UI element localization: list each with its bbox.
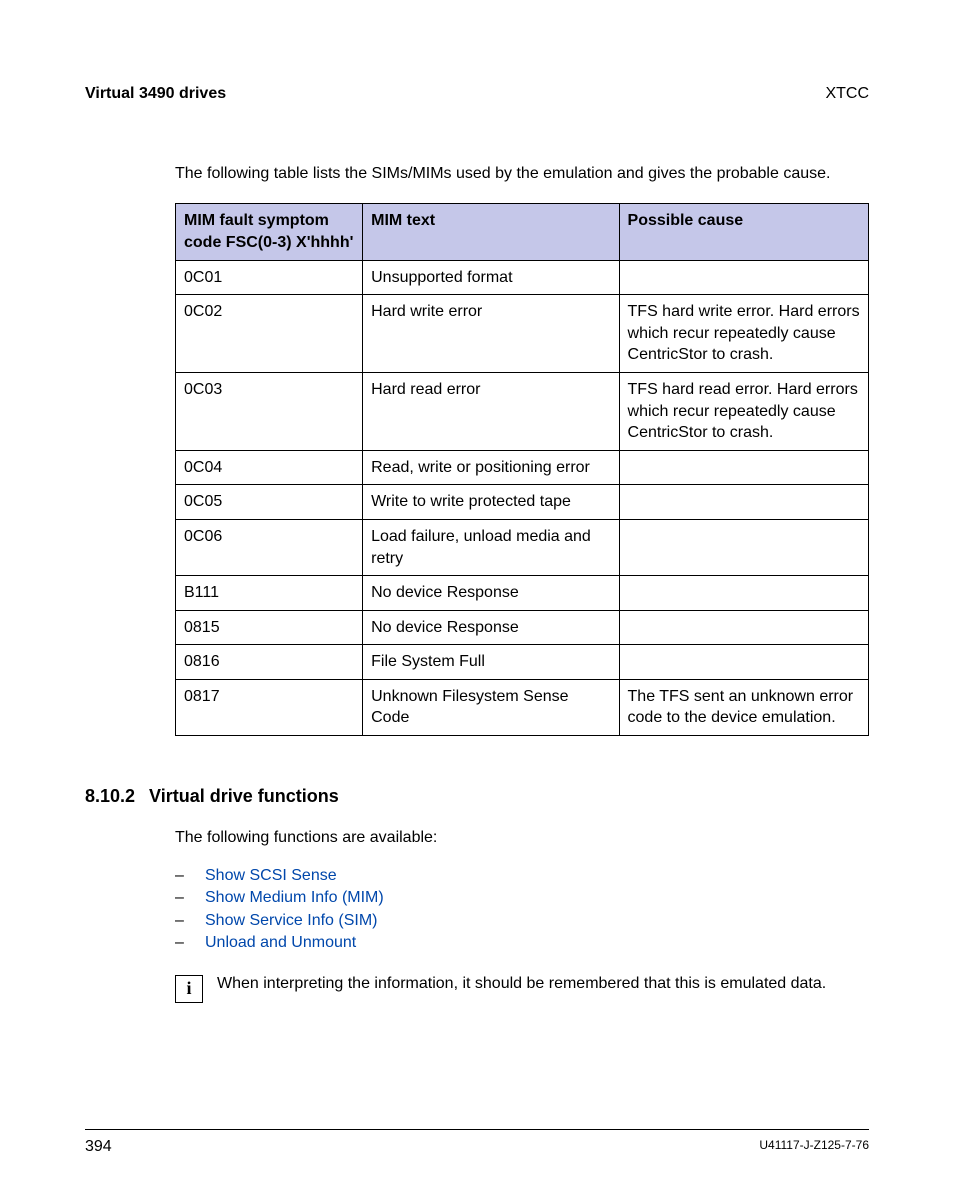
table-cell-code: 0C01 [176, 260, 363, 295]
table-cell-code: 0C03 [176, 372, 363, 450]
table-cell-cause: TFS hard write error. Hard errors which … [619, 295, 868, 373]
list-item: –Show Medium Info (MIM) [175, 887, 869, 909]
table-cell-text: No device Response [363, 610, 619, 645]
function-link-list: –Show SCSI Sense–Show Medium Info (MIM)–… [175, 865, 869, 955]
table-cell-cause [619, 260, 868, 295]
section-number: 8.10.2 [85, 786, 135, 807]
info-icon: i [175, 975, 203, 1003]
col-header-text: MIM text [363, 204, 619, 260]
table-row: 0C03Hard read errorTFS hard read error. … [176, 372, 869, 450]
table-row: 0C06Load failure, unload media and retry [176, 519, 869, 575]
table-cell-code: 0815 [176, 610, 363, 645]
section-title: Virtual drive functions [149, 786, 339, 807]
page-number: 394 [85, 1138, 112, 1156]
table-row: 0816File System Full [176, 645, 869, 680]
section-heading: 8.10.2 Virtual drive functions [85, 786, 869, 807]
table-cell-code: 0C04 [176, 450, 363, 485]
function-link[interactable]: Show SCSI Sense [205, 865, 337, 887]
function-link[interactable]: Unload and Unmount [205, 932, 356, 954]
info-text: When interpreting the information, it sh… [217, 973, 826, 995]
table-row: 0815No device Response [176, 610, 869, 645]
table-cell-cause [619, 576, 868, 611]
list-dash: – [175, 865, 187, 887]
intro-paragraph: The following table lists the SIMs/MIMs … [175, 163, 869, 185]
table-row: B111No device Response [176, 576, 869, 611]
col-header-code: MIM fault symptom code FSC(0-3) X'hhhh' [176, 204, 363, 260]
table-cell-cause [619, 485, 868, 520]
functions-intro: The following functions are available: [175, 829, 869, 847]
header-right-label: XTCC [825, 85, 869, 103]
list-dash: – [175, 910, 187, 932]
table-cell-code: B111 [176, 576, 363, 611]
table-row: 0C02Hard write errorTFS hard write error… [176, 295, 869, 373]
table-cell-text: Unsupported format [363, 260, 619, 295]
running-header: Virtual 3490 drives XTCC [85, 85, 869, 103]
table-row: 0C05Write to write protected tape [176, 485, 869, 520]
table-cell-text: File System Full [363, 645, 619, 680]
table-cell-text: Hard write error [363, 295, 619, 373]
table-cell-text: Load failure, unload media and retry [363, 519, 619, 575]
table-cell-code: 0C02 [176, 295, 363, 373]
table-cell-text: No device Response [363, 576, 619, 611]
col-header-cause: Possible cause [619, 204, 868, 260]
function-link[interactable]: Show Medium Info (MIM) [205, 887, 384, 909]
function-link[interactable]: Show Service Info (SIM) [205, 910, 378, 932]
table-cell-code: 0816 [176, 645, 363, 680]
table-cell-cause [619, 519, 868, 575]
list-dash: – [175, 887, 187, 909]
document-id: U41117-J-Z125-7-76 [759, 1138, 869, 1156]
table-header-row: MIM fault symptom code FSC(0-3) X'hhhh' … [176, 204, 869, 260]
table-cell-cause [619, 610, 868, 645]
header-section-title: Virtual 3490 drives [85, 85, 226, 103]
table-cell-text: Read, write or positioning error [363, 450, 619, 485]
list-dash: – [175, 932, 187, 954]
list-item: –Unload and Unmount [175, 932, 869, 954]
table-cell-text: Write to write protected tape [363, 485, 619, 520]
table-row: 0C04Read, write or positioning error [176, 450, 869, 485]
table-cell-cause [619, 645, 868, 680]
table-cell-code: 0C06 [176, 519, 363, 575]
table-row: 0C01Unsupported format [176, 260, 869, 295]
list-item: –Show Service Info (SIM) [175, 910, 869, 932]
page-footer: 394 U41117-J-Z125-7-76 [85, 1129, 869, 1156]
table-cell-text: Hard read error [363, 372, 619, 450]
table-cell-code: 0C05 [176, 485, 363, 520]
table-cell-cause: TFS hard read error. Hard errors which r… [619, 372, 868, 450]
table-row: 0817Unknown Filesystem Sense CodeThe TFS… [176, 679, 869, 735]
table-cell-cause [619, 450, 868, 485]
list-item: –Show SCSI Sense [175, 865, 869, 887]
table-cell-cause: The TFS sent an unknown error code to th… [619, 679, 868, 735]
mim-fault-table: MIM fault symptom code FSC(0-3) X'hhhh' … [175, 203, 869, 736]
table-cell-text: Unknown Filesystem Sense Code [363, 679, 619, 735]
table-cell-code: 0817 [176, 679, 363, 735]
info-note: i When interpreting the information, it … [175, 973, 869, 1003]
